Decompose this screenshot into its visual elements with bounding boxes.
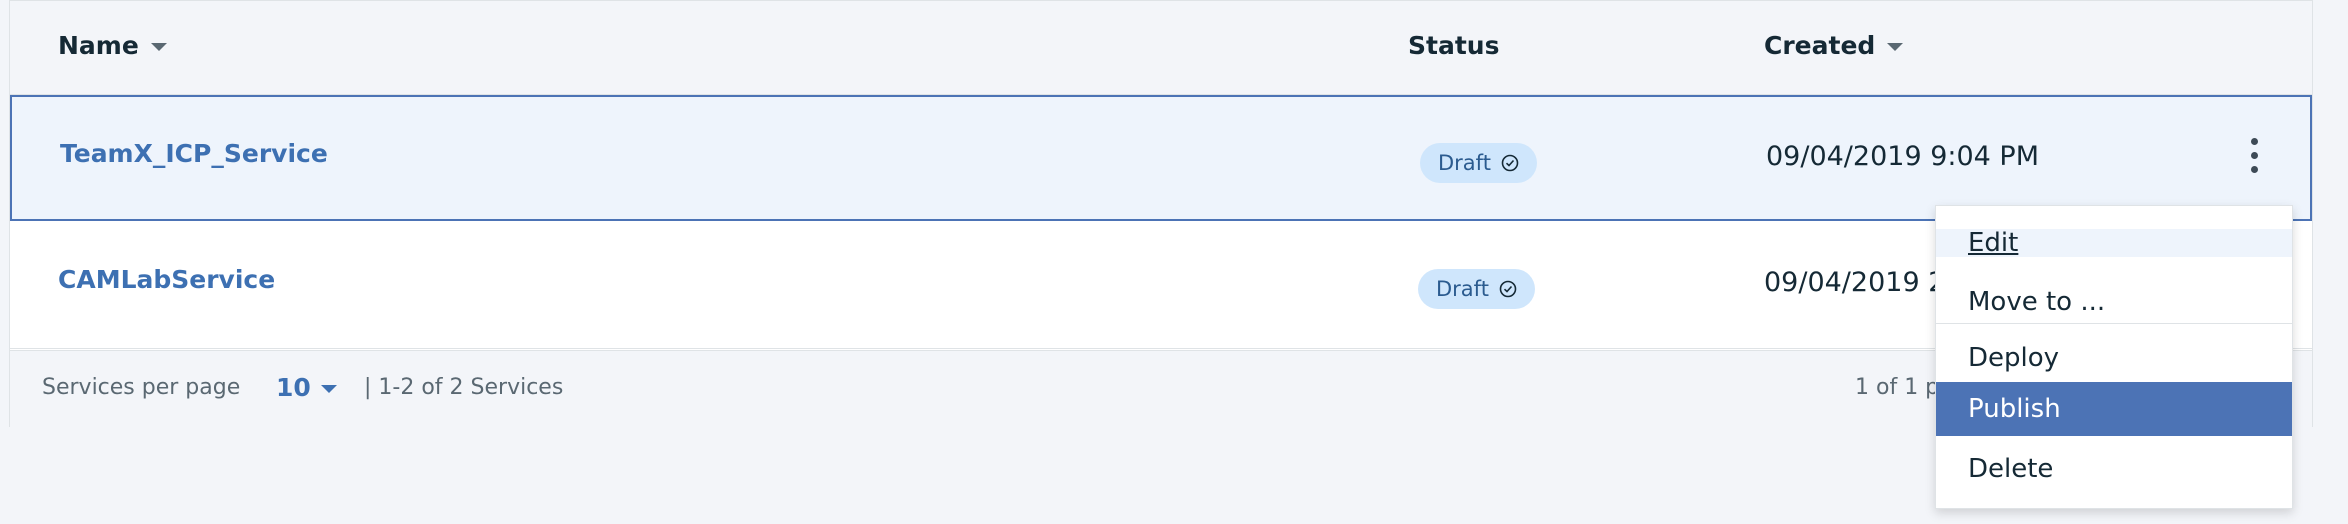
- status-badge: Draft: [1420, 143, 1537, 183]
- overflow-menu: Edit Move to ... Deploy Publish Delete: [1935, 205, 2293, 509]
- per-page-value: 10: [276, 373, 311, 402]
- column-header-name[interactable]: Name: [58, 31, 167, 60]
- overflow-dot-icon: [2250, 151, 2258, 159]
- overflow-dot-icon: [2250, 165, 2258, 173]
- per-page-label: Services per page: [42, 375, 241, 400]
- created-date: 09/04/2019 9:04 PM: [1766, 141, 2039, 172]
- status-badge: Draft: [1418, 269, 1535, 309]
- overflow-menu-button[interactable]: [2234, 125, 2274, 185]
- chevron-down-icon: [320, 384, 337, 393]
- menu-item-publish-label: Publish: [1968, 394, 2061, 424]
- sort-caret-icon: [150, 42, 167, 51]
- column-header-status: Status: [1408, 31, 1499, 60]
- column-header-created-label: Created: [1764, 31, 1876, 60]
- table-row[interactable]: TeamX_ICP_Service Draft 09/04/2019 9:04 …: [10, 95, 2312, 221]
- check-circle-icon: [1499, 280, 1517, 298]
- menu-item-edit[interactable]: Edit: [1936, 228, 2292, 258]
- menu-item-delete[interactable]: Delete: [1936, 442, 2292, 496]
- overflow-dot-icon: [2250, 137, 2258, 145]
- created-date: 09/04/2019 2: [1764, 267, 1946, 298]
- service-name-link[interactable]: TeamX_ICP_Service: [60, 139, 328, 168]
- menu-item-publish[interactable]: Publish: [1936, 382, 2292, 436]
- menu-item-deploy[interactable]: Deploy: [1936, 331, 2292, 385]
- check-circle-icon: [1501, 154, 1519, 172]
- status-badge-label: Draft: [1436, 277, 1489, 301]
- menu-divider: [1936, 323, 2292, 324]
- column-header-name-label: Name: [58, 31, 139, 60]
- column-header-status-label: Status: [1408, 31, 1500, 60]
- menu-item-delete-label: Delete: [1968, 454, 2054, 484]
- per-page-select[interactable]: 10: [276, 373, 337, 402]
- menu-item-deploy-label: Deploy: [1968, 343, 2060, 373]
- menu-item-move-to[interactable]: Move to ...: [1936, 275, 2292, 329]
- menu-item-edit-label: Edit: [1968, 228, 2019, 258]
- table-header: Name Status Created: [10, 1, 2312, 95]
- column-header-created[interactable]: Created: [1764, 31, 1904, 60]
- page-count: 1 of 1 p: [1855, 375, 1940, 400]
- service-name-link[interactable]: CAMLabService: [58, 265, 275, 294]
- menu-item-move-to-label: Move to ...: [1968, 287, 2106, 317]
- status-badge-label: Draft: [1438, 151, 1491, 175]
- sort-caret-icon: [1887, 42, 1904, 51]
- item-range: | 1-2 of 2 Services: [364, 375, 564, 400]
